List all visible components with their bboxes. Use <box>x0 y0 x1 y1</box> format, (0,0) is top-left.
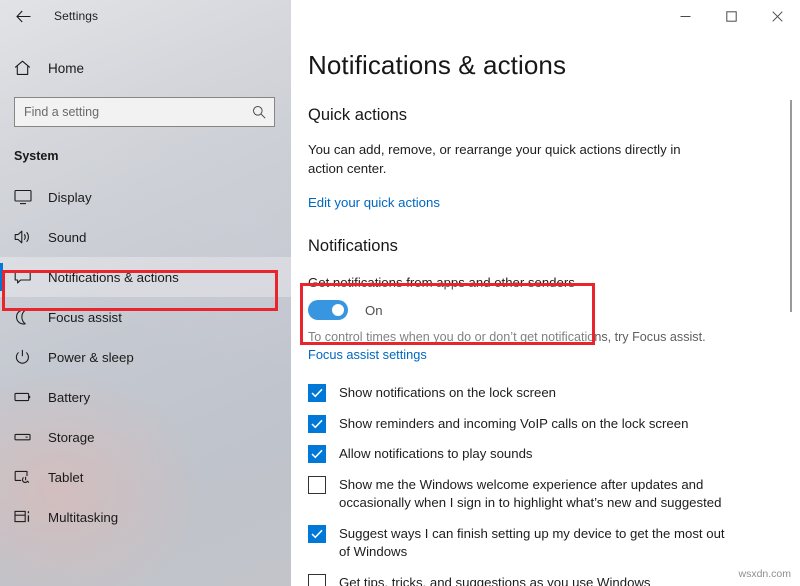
sidebar-item-power-sleep[interactable]: Power & sleep <box>0 337 291 377</box>
sidebar-item-tablet[interactable]: Tablet <box>0 457 291 497</box>
sidebar-item-battery[interactable]: Battery <box>0 377 291 417</box>
back-button[interactable] <box>0 0 46 32</box>
check-icon <box>311 419 323 429</box>
tablet-icon <box>14 469 44 485</box>
monitor-icon <box>14 189 44 205</box>
sidebar-item-display[interactable]: Display <box>0 177 291 217</box>
home-label: Home <box>48 61 84 76</box>
search-input[interactable] <box>15 98 274 126</box>
checkbox-label: Allow notifications to play sounds <box>339 445 533 464</box>
close-button[interactable] <box>754 0 800 32</box>
watermark: wsxdn.com <box>738 568 791 580</box>
checkbox-show-notifications-lock-screen[interactable] <box>308 384 326 402</box>
scrollbar-thumb[interactable] <box>790 100 792 312</box>
sidebar-item-focus-assist[interactable]: Focus assist <box>0 297 291 337</box>
checkbox-label: Suggest ways I can finish setting up my … <box>339 525 739 562</box>
focus-assist-note: To control times when you do or don’t ge… <box>308 329 800 346</box>
sidebar-item-label: Power & sleep <box>48 350 134 365</box>
battery-icon <box>14 389 44 405</box>
sidebar-item-sound[interactable]: Sound <box>0 217 291 257</box>
sidebar-item-label: Tablet <box>48 470 83 485</box>
sidebar-item-label: Notifications & actions <box>48 270 179 285</box>
power-icon <box>14 349 44 365</box>
notifications-toggle-block: Get notifications from apps and other se… <box>308 275 800 320</box>
moon-icon <box>14 309 44 325</box>
search-box[interactable] <box>14 97 275 127</box>
sidebar-item-home[interactable]: Home <box>0 52 291 84</box>
list-item[interactable]: Show reminders and incoming VoIP calls o… <box>308 415 800 434</box>
checkbox-label: Get tips, tricks, and suggestions as you… <box>339 574 651 586</box>
multitasking-icon <box>14 509 44 525</box>
checkbox-get-tips-tricks[interactable] <box>308 574 326 586</box>
list-item[interactable]: Show me the Windows welcome experience a… <box>308 476 800 513</box>
notification-options-list: Show notifications on the lock screen Sh… <box>308 384 800 586</box>
minimize-button[interactable] <box>662 0 708 32</box>
notifications-toggle-row: On <box>308 300 800 320</box>
checkbox-suggest-ways-finish-setup[interactable] <box>308 525 326 543</box>
sidebar: Home System <box>0 0 291 586</box>
notifications-toggle-label: Get notifications from apps and other se… <box>308 275 800 290</box>
minimize-icon <box>680 11 691 22</box>
sidebar-item-label: Display <box>48 190 92 205</box>
search-icon[interactable] <box>252 105 266 119</box>
sidebar-item-label: Storage <box>48 430 95 445</box>
notification-bubble-icon <box>14 269 44 285</box>
back-arrow-icon <box>16 10 31 23</box>
checkbox-allow-sounds[interactable] <box>308 445 326 463</box>
list-item[interactable]: Allow notifications to play sounds <box>308 445 800 464</box>
sidebar-item-label: Sound <box>48 230 86 245</box>
check-icon <box>311 449 323 459</box>
maximize-icon <box>726 11 737 22</box>
window-title: Settings <box>54 9 98 23</box>
list-item[interactable]: Show notifications on the lock screen <box>308 384 800 403</box>
list-item[interactable]: Suggest ways I can finish setting up my … <box>308 525 800 562</box>
window-controls <box>662 0 800 32</box>
notifications-heading: Notifications <box>308 237 800 256</box>
page-title: Notifications & actions <box>308 50 800 81</box>
focus-assist-settings-link[interactable]: Focus assist settings <box>308 347 427 362</box>
storage-icon <box>14 429 44 445</box>
sidebar-item-multitasking[interactable]: Multitasking <box>0 497 291 537</box>
vertical-scrollbar[interactable] <box>788 32 794 586</box>
sidebar-group-title: System <box>0 149 291 163</box>
sidebar-nav: Display Sound <box>0 177 291 537</box>
toggle-state-label: On <box>365 303 383 318</box>
settings-window: Settings <box>0 0 800 586</box>
check-icon <box>311 529 323 539</box>
edit-quick-actions-link[interactable]: Edit your quick actions <box>308 195 440 210</box>
toggle-knob <box>332 304 344 316</box>
list-item[interactable]: Get tips, tricks, and suggestions as you… <box>308 574 800 586</box>
sidebar-item-label: Focus assist <box>48 310 122 325</box>
check-icon <box>311 388 323 398</box>
sidebar-item-storage[interactable]: Storage <box>0 417 291 457</box>
close-icon <box>772 11 783 22</box>
get-notifications-toggle[interactable] <box>308 300 348 320</box>
title-bar: Settings <box>0 0 800 32</box>
quick-actions-description: You can add, remove, or rearrange your q… <box>308 140 708 178</box>
checkbox-label: Show reminders and incoming VoIP calls o… <box>339 415 688 434</box>
home-icon <box>14 60 44 76</box>
main-content: Notifications & actions Quick actions Yo… <box>291 32 800 586</box>
quick-actions-heading: Quick actions <box>308 106 800 125</box>
checkbox-windows-welcome-experience[interactable] <box>308 476 326 494</box>
sidebar-item-notifications-actions[interactable]: Notifications & actions <box>0 257 291 297</box>
checkbox-label: Show me the Windows welcome experience a… <box>339 476 739 513</box>
maximize-button[interactable] <box>708 0 754 32</box>
sidebar-item-label: Battery <box>48 390 90 405</box>
checkbox-label: Show notifications on the lock screen <box>339 384 556 403</box>
sidebar-item-label: Multitasking <box>48 510 118 525</box>
speaker-icon <box>14 229 44 245</box>
checkbox-show-reminders-voip[interactable] <box>308 415 326 433</box>
